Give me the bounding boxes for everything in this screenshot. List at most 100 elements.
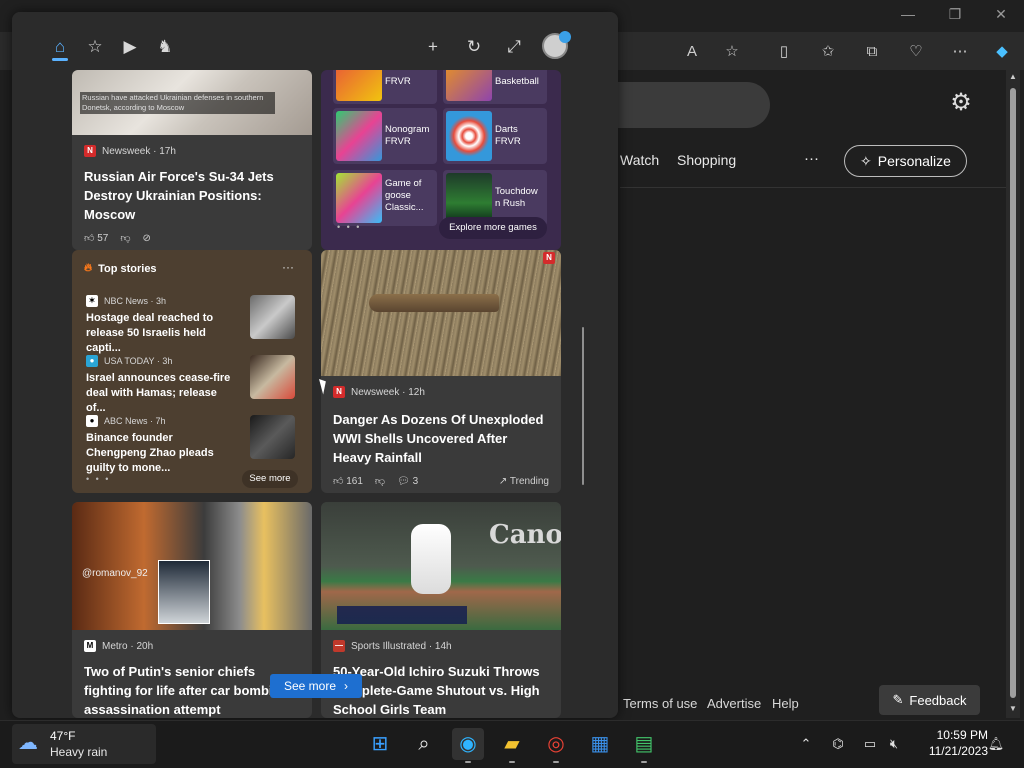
top-stories-more-button[interactable]: ··· <box>282 260 294 274</box>
volume-muted-icon[interactable]: 🔇︎ <box>884 734 904 754</box>
game-tile[interactable]: FRVR <box>333 70 437 104</box>
edge-browser-icon[interactable]: ◉ <box>452 728 484 760</box>
usa-today-logo-icon: ● <box>86 355 98 367</box>
carousel-dots[interactable]: • • • <box>86 474 110 484</box>
play-icon[interactable]: ▶ <box>117 34 143 60</box>
widgets-panel: ⌂ ☆ ▶ ♞ + ↻ ⤢ Russian have attacked Ukra… <box>12 12 618 718</box>
display-icon[interactable]: ▭ <box>860 734 880 754</box>
news-card-danger[interactable]: N N Newsweek · 12h Danger As Dozens Of U… <box>321 250 561 493</box>
shell-graphic <box>369 294 499 312</box>
collections-icon[interactable]: ⧉ <box>860 40 884 64</box>
image-text: Canon <box>489 520 561 550</box>
story-title: Hostage deal reached to release 50 Israe… <box>86 312 214 354</box>
game-tile[interactable]: Darts FRVR <box>443 108 547 164</box>
like-button[interactable]: 👍︎ 161 <box>333 475 363 487</box>
clock-date[interactable]: 11/21/2023 <box>910 744 988 758</box>
comments-button[interactable]: 💬︎ 3 <box>397 476 418 487</box>
headline[interactable]: Two of Putin's senior chiefs fighting fo… <box>84 662 300 718</box>
news-source: — Sports Illustrated · 14h <box>333 640 549 652</box>
app-icon[interactable]: ▤ <box>628 728 660 760</box>
restore-button[interactable]: ❐ <box>940 6 970 26</box>
home-icon[interactable]: ⌂ <box>47 34 73 60</box>
network-off-icon[interactable]: ⌬ <box>828 734 848 754</box>
news-image: Canon <box>321 502 561 630</box>
pitcher-figure <box>411 524 451 594</box>
footer-help-link[interactable]: Help <box>772 696 799 711</box>
app-running-indicator <box>641 761 647 763</box>
copilot-icon[interactable]: ◆ <box>990 40 1014 64</box>
trending-label: ↗ Trending <box>499 476 549 487</box>
news-image: Russian have attacked Ukrainian defenses… <box>72 70 312 135</box>
search-icon[interactable]: ⌕ <box>408 728 440 760</box>
nav-more-button[interactable]: ··· <box>804 150 819 167</box>
newsweek-logo-icon: N <box>543 252 555 264</box>
news-card-russia[interactable]: Russian have attacked Ukrainian defenses… <box>72 70 312 250</box>
list-item[interactable]: ✶ NBC News · 3h Hostage deal reached to … <box>86 295 296 354</box>
explore-more-games-button[interactable]: Explore more games <box>439 217 547 239</box>
store-icon[interactable]: ▦ <box>584 728 616 760</box>
game-thumbnail <box>446 111 492 161</box>
read-aloud-icon[interactable]: A <box>680 40 704 64</box>
carousel-dots[interactable]: • • • <box>337 222 361 232</box>
more-menu-icon[interactable]: ⋯ <box>948 40 972 64</box>
feedback-label: Feedback <box>909 692 967 708</box>
panel-scrollbar[interactable] <box>582 327 584 485</box>
list-item[interactable]: ● ABC News · 7h Binance founder Chengpen… <box>86 415 296 474</box>
story-thumbnail <box>250 415 295 459</box>
rain-cloud-icon: ☁ <box>18 732 38 754</box>
scroll-up-arrow-icon[interactable]: ▲ <box>1008 72 1018 81</box>
dislike-icon[interactable]: 👎︎ <box>375 475 385 487</box>
expand-icon[interactable]: ⤢ <box>501 34 527 60</box>
footer-advertise-link[interactable]: Advertise <box>707 696 761 711</box>
chevron-up-icon[interactable]: ⌃ <box>796 734 816 754</box>
star-plus-icon[interactable]: ☆ <box>82 34 108 60</box>
favorite-star-icon[interactable]: ☆ <box>720 40 744 64</box>
file-explorer-icon[interactable]: ▰ <box>496 728 528 760</box>
chrome-icon[interactable]: ◎ <box>540 728 572 760</box>
abc-logo-icon: ● <box>86 415 98 427</box>
split-screen-icon[interactable]: ▯ <box>772 40 796 64</box>
game-tile[interactable]: Nonogram FRVR <box>333 108 437 164</box>
see-more-button[interactable]: See more › <box>270 674 362 698</box>
footer-terms-link[interactable]: Terms of use <box>623 696 697 711</box>
feedback-button[interactable]: ✎ Feedback <box>879 685 980 715</box>
settings-gear-icon[interactable]: ⚙ <box>948 90 974 116</box>
widgets-header: ⌂ ☆ ▶ ♞ + ↻ ⤢ <box>12 12 618 70</box>
scroll-down-arrow-icon[interactable]: ▼ <box>1008 704 1018 713</box>
page-scrollbar-thumb[interactable] <box>1010 88 1016 698</box>
refresh-icon[interactable]: ↻ <box>461 34 487 60</box>
list-item[interactable]: ● USA TODAY · 3h Israel announces cease-… <box>86 355 296 414</box>
nav-shopping[interactable]: Shopping <box>677 152 736 168</box>
close-button[interactable]: ✕ <box>986 6 1016 26</box>
chess-knight-icon[interactable]: ♞ <box>152 34 178 60</box>
image-watermark: @romanov_92 <box>82 568 148 579</box>
notification-bell-icon[interactable]: 🔔︎ <box>986 734 1006 754</box>
weather-condition: Heavy rain <box>50 745 108 759</box>
sports-illustrated-logo-icon: — <box>333 640 345 652</box>
edge-running-indicator <box>465 761 471 763</box>
weather-widget[interactable]: ☁ 47°F Heavy rain <box>12 724 156 764</box>
like-button[interactable]: 👍︎ 57 <box>84 232 108 244</box>
minimize-button[interactable]: — <box>893 6 923 26</box>
source-label: ABC News · 7h <box>104 416 166 426</box>
see-more-stories-button[interactable]: See more <box>242 470 298 488</box>
game-tile[interactable]: Basketball <box>443 70 547 104</box>
page-scrollbar[interactable] <box>1006 70 1020 718</box>
personalize-button[interactable]: ✧ Personalize <box>844 145 967 177</box>
headline[interactable]: Danger As Dozens Of Unexploded WWI Shell… <box>333 410 549 467</box>
inset-portrait <box>158 560 210 624</box>
headline[interactable]: 50-Year-Old Ichiro Suzuki Throws Complet… <box>333 662 549 718</box>
hide-story-icon[interactable]: ⊘ <box>143 233 151 244</box>
news-image: @romanov_92 <box>72 502 312 630</box>
clock-time[interactable]: 10:59 PM <box>918 728 988 742</box>
story-title: Binance founder Chengpeng Zhao pleads gu… <box>86 432 214 474</box>
explorer-running-indicator <box>509 761 515 763</box>
game-tile[interactable]: Game of goose Classic... <box>333 170 437 226</box>
start-windows-icon[interactable]: ⊞ <box>364 728 396 760</box>
dislike-icon[interactable]: 👎︎ <box>120 232 130 244</box>
headline[interactable]: Russian Air Force's Su-34 Jets Destroy U… <box>84 167 300 224</box>
nav-watch[interactable]: Watch <box>620 152 659 168</box>
health-icon[interactable]: ♡ <box>904 40 928 64</box>
add-icon[interactable]: + <box>420 34 446 60</box>
favorites-icon[interactable]: ✩ <box>816 40 840 64</box>
